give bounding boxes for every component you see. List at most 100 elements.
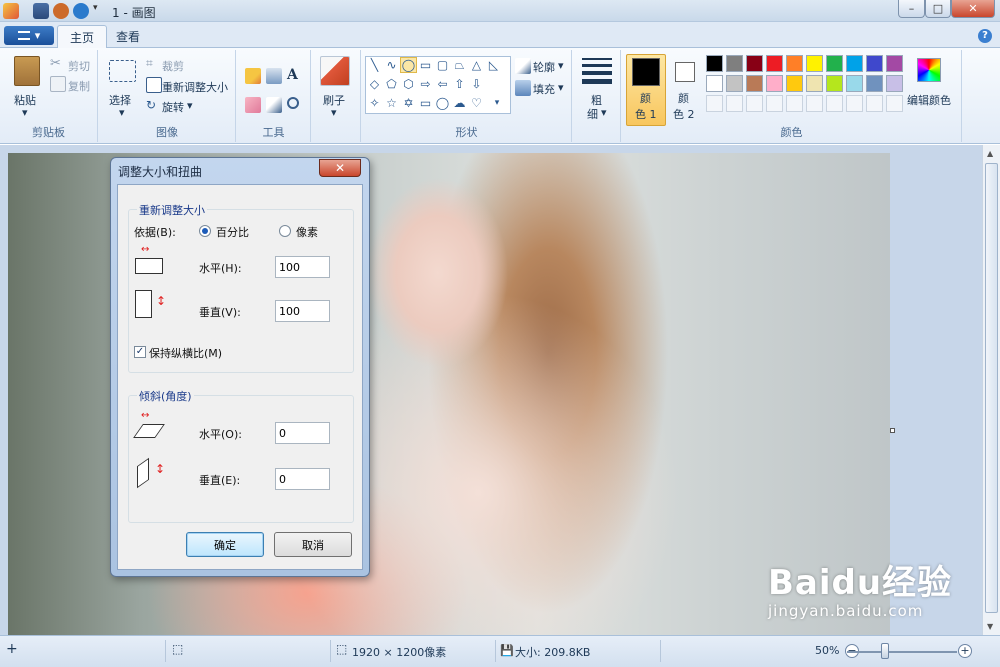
brush-icon[interactable] [320,56,350,86]
palette-swatch[interactable] [806,55,823,72]
rectangle-shape-icon[interactable]: ▭ [417,57,434,73]
scroll-up-icon[interactable]: ▲ [987,149,993,158]
up-arrow-shape-icon[interactable]: ⇧ [451,76,468,92]
pencil-icon[interactable] [245,68,261,84]
minimize-button[interactable]: – [898,0,925,18]
paste-dropdown-icon[interactable]: ▾ [22,106,28,119]
outline-dropdown-icon[interactable]: ▾ [558,59,564,72]
cut-icon[interactable]: ✂ [50,56,66,72]
shapes-scroll-icon[interactable]: ▾ [490,95,504,111]
palette-swatch[interactable] [886,55,903,72]
help-icon[interactable]: ? [978,29,992,43]
palette-swatch[interactable] [726,55,743,72]
color-picker-icon[interactable] [266,97,282,113]
edit-colors-label[interactable]: 编辑颜色 [907,92,951,108]
palette-swatch[interactable] [726,75,743,92]
palette-swatch[interactable] [866,95,883,112]
pixels-label[interactable]: 像素 [296,224,318,240]
app-menu-button[interactable]: ▾ [4,26,54,45]
rounded-rectangle-shape-icon[interactable]: ▢ [434,57,451,73]
pentagon-shape-icon[interactable]: ⬠ [383,76,400,92]
line-shape-icon[interactable]: ╲ [366,57,383,73]
callout-rect-shape-icon[interactable]: ▭ [417,95,434,111]
palette-swatch[interactable] [786,55,803,72]
four-point-star-shape-icon[interactable]: ✧ [366,95,383,111]
palette-swatch[interactable] [886,75,903,92]
scroll-down-icon[interactable]: ▼ [987,622,993,631]
zoom-slider-thumb[interactable] [881,643,889,659]
pixels-radio[interactable] [279,225,291,237]
palette-swatch[interactable] [706,95,723,112]
resize-icon[interactable] [146,77,162,93]
eraser-icon[interactable] [245,97,261,113]
keep-ratio-label[interactable]: 保持纵横比(M) [149,345,222,361]
fill-icon[interactable] [515,80,531,96]
vertical-skew-input[interactable]: 0 [275,468,330,490]
resize-label[interactable]: 重新调整大小 [162,79,228,95]
outline-label[interactable]: 轮廓 [533,59,555,75]
crop-label[interactable]: 裁剪 [162,58,184,74]
ok-button[interactable]: 确定 [186,532,264,557]
rotate-label[interactable]: 旋转 [162,99,184,115]
palette-swatch[interactable] [866,75,883,92]
brushes-dropdown-icon[interactable]: ▾ [331,106,337,119]
five-point-star-shape-icon[interactable]: ☆ [383,95,400,111]
fill-dropdown-icon[interactable]: ▾ [558,81,564,94]
customize-qat-icon[interactable]: ▾ [93,3,103,19]
horizontal-skew-input[interactable]: 0 [275,422,330,444]
palette-swatch[interactable] [826,75,843,92]
color2-swatch[interactable] [675,62,695,82]
callout-oval-shape-icon[interactable]: ◯ [434,95,451,111]
palette-swatch[interactable] [766,95,783,112]
palette-swatch[interactable] [846,55,863,72]
palette-swatch[interactable] [886,95,903,112]
palette-swatch[interactable] [826,95,843,112]
palette-swatch[interactable] [846,95,863,112]
outline-icon[interactable] [515,58,531,74]
fill-label[interactable]: 填充 [533,81,555,97]
paste-icon[interactable] [14,56,40,86]
scrollbar-thumb[interactable] [985,163,998,613]
six-point-star-shape-icon[interactable]: ✡ [400,95,417,111]
palette-swatch[interactable] [806,95,823,112]
right-triangle-shape-icon[interactable]: ◺ [485,57,502,73]
size-dropdown-icon[interactable]: ▾ [601,106,607,119]
palette-swatch[interactable] [866,55,883,72]
size-icon[interactable] [582,58,612,84]
maximize-button[interactable]: □ [925,0,951,18]
select-dropdown-icon[interactable]: ▾ [119,106,125,119]
edit-colors-icon[interactable] [917,58,941,82]
tab-view[interactable]: 查看 [104,25,152,48]
callout-cloud-shape-icon[interactable]: ☁ [451,95,468,111]
palette-swatch[interactable] [746,75,763,92]
zoom-in-button[interactable]: + [958,644,972,658]
tab-home[interactable]: 主页 [57,25,108,49]
down-arrow-shape-icon[interactable]: ⇩ [468,76,485,92]
percent-label[interactable]: 百分比 [216,224,249,240]
palette-swatch[interactable] [726,95,743,112]
paint-app-icon[interactable] [3,3,19,19]
vertical-scrollbar[interactable]: ▲ ▼ [982,145,1000,635]
close-button[interactable]: ✕ [951,0,995,18]
cut-label[interactable]: 剪切 [68,58,90,74]
crop-icon[interactable]: ⌗ [146,56,162,72]
horizontal-resize-input[interactable]: 100 [275,256,330,278]
palette-swatch[interactable] [746,95,763,112]
vertical-resize-input[interactable]: 100 [275,300,330,322]
curve-shape-icon[interactable]: ∿ [383,57,400,73]
palette-swatch[interactable] [786,95,803,112]
magnifier-icon[interactable] [287,97,299,109]
palette-swatch[interactable] [746,55,763,72]
diamond-shape-icon[interactable]: ◇ [366,76,383,92]
rotate-icon[interactable]: ↻ [146,98,162,114]
keep-ratio-checkbox[interactable]: ✓ [134,346,146,358]
palette-swatch[interactable] [806,75,823,92]
palette-swatch[interactable] [766,75,783,92]
triangle-shape-icon[interactable]: △ [468,57,485,73]
oval-shape-icon[interactable]: ◯ [400,57,417,73]
rotate-dropdown-icon[interactable]: ▾ [187,99,193,112]
cancel-button[interactable]: 取消 [274,532,352,557]
color2-label-line2[interactable]: 色 2 [673,106,695,122]
palette-swatch[interactable] [826,55,843,72]
undo-icon[interactable] [53,3,69,19]
